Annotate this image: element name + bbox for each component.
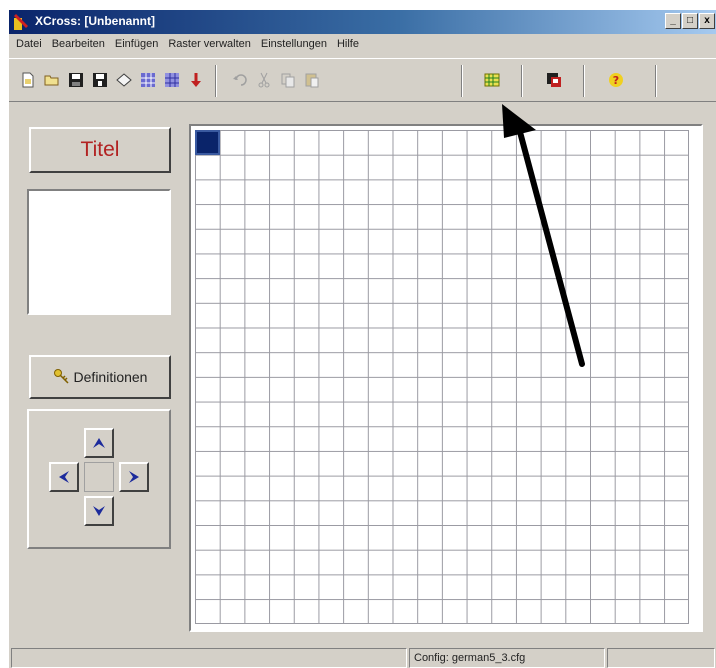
- title-preview-box: [27, 189, 171, 315]
- grid-pattern-icon[interactable]: [163, 71, 181, 89]
- undo-icon[interactable]: [231, 71, 249, 89]
- nav-left-button[interactable]: [49, 462, 79, 492]
- right-arrow-icon: [129, 471, 139, 483]
- help-icon[interactable]: ?: [607, 71, 625, 89]
- minimize-button[interactable]: _: [665, 13, 681, 29]
- close-button[interactable]: x: [699, 13, 715, 29]
- window-title: XCross: [Unbenannt]: [35, 14, 155, 28]
- maximize-button[interactable]: □: [682, 13, 698, 29]
- navigation-pad: [27, 409, 171, 549]
- crossword-grid[interactable]: [195, 130, 689, 624]
- status-panel-main: [11, 648, 407, 668]
- definitions-button[interactable]: Definitionen: [29, 355, 171, 399]
- menu-bar: Datei Bearbeiten Einfügen Raster verwalt…: [9, 34, 716, 54]
- cut-icon[interactable]: [255, 71, 273, 89]
- toolbar-separator: [461, 65, 463, 97]
- status-panel-extra: [607, 648, 715, 668]
- window-controls: _ □ x: [665, 13, 715, 29]
- grid-settings-icon[interactable]: [483, 71, 501, 89]
- paste-icon[interactable]: [303, 71, 321, 89]
- down-arrow-icon: [93, 506, 105, 516]
- svg-text:?: ?: [613, 74, 619, 87]
- menu-einfuegen[interactable]: Einfügen: [110, 38, 163, 50]
- nav-center: [84, 462, 114, 492]
- toolbar-separator: [583, 65, 585, 97]
- title-button[interactable]: Titel: [29, 127, 171, 173]
- app-icon: [14, 14, 28, 30]
- menu-datei[interactable]: Datei: [11, 38, 47, 50]
- nav-down-button[interactable]: [84, 496, 114, 526]
- open-folder-icon[interactable]: [43, 71, 61, 89]
- key-icon: [53, 369, 69, 384]
- title-bar[interactable]: XCross: [Unbenannt] _ □ x: [9, 10, 716, 34]
- toolbar-separator: [655, 65, 657, 97]
- toolbar: ?: [9, 58, 716, 102]
- toolbar-separator: [521, 65, 523, 97]
- new-file-icon[interactable]: [19, 71, 37, 89]
- app-window: XCross: [Unbenannt] _ □ x Datei Bearbeit…: [8, 10, 716, 668]
- save-icon[interactable]: [67, 71, 85, 89]
- up-arrow-icon: [93, 438, 105, 448]
- insert-down-arrow-icon[interactable]: [187, 71, 205, 89]
- toolbar-separator: [215, 65, 217, 97]
- status-bar: Config: german5_3.cfg: [9, 646, 716, 668]
- selected-cell[interactable]: [195, 130, 220, 155]
- menu-bearbeiten[interactable]: Bearbeiten: [47, 38, 110, 50]
- save-as-icon[interactable]: [91, 71, 109, 89]
- grid-fill-icon[interactable]: [139, 71, 157, 89]
- menu-hilfe[interactable]: Hilfe: [332, 38, 364, 50]
- menu-raster-verwalten[interactable]: Raster verwalten: [163, 38, 256, 50]
- nav-right-button[interactable]: [119, 462, 149, 492]
- eraser-icon[interactable]: [115, 71, 133, 89]
- nav-up-button[interactable]: [84, 428, 114, 458]
- crossword-grid-frame: [189, 124, 703, 632]
- export-icon[interactable]: [545, 71, 563, 89]
- menu-einstellungen[interactable]: Einstellungen: [256, 38, 332, 50]
- left-arrow-icon: [59, 471, 69, 483]
- definitions-label: Definitionen: [73, 369, 148, 385]
- copy-icon[interactable]: [279, 71, 297, 89]
- status-config: Config: german5_3.cfg: [409, 648, 605, 668]
